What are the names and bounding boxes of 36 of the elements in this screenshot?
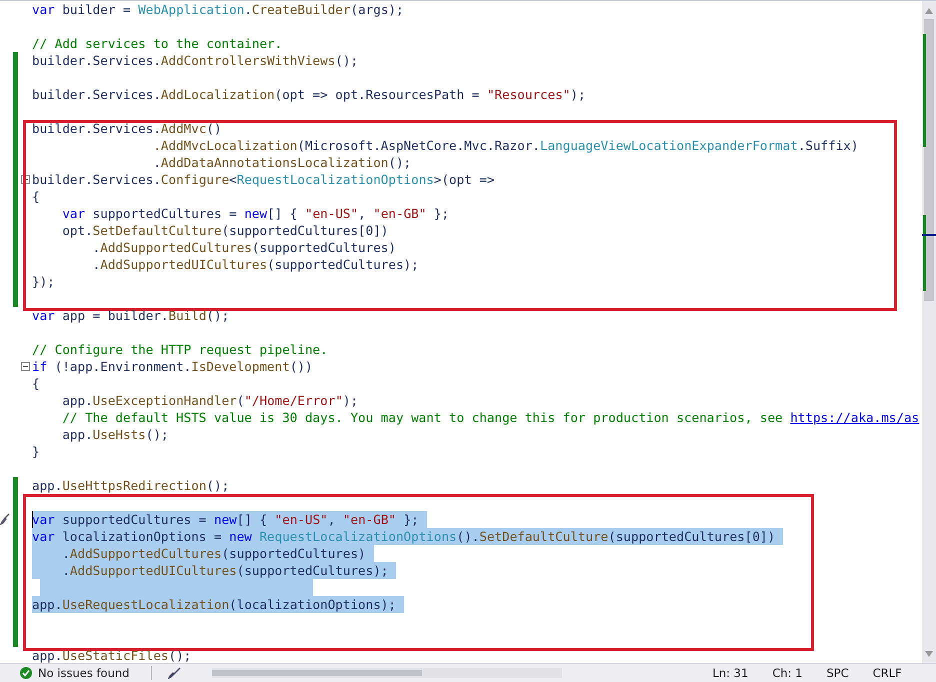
code-line: // Add services to the container. <box>32 35 282 52</box>
horizontal-scrollbar[interactable] <box>212 668 562 678</box>
code-line: app.UseStaticFiles(); <box>32 647 192 663</box>
code-line: app.UseHsts(); <box>61 426 168 443</box>
column-number[interactable]: Ch: 1 <box>772 666 802 680</box>
line-ending[interactable]: CRLF <box>872 666 902 680</box>
vertical-scrollbar[interactable] <box>922 1 936 663</box>
screwdriver-icon[interactable] <box>0 513 10 525</box>
code-line: app.UseExceptionHandler("/Home/Error"); <box>61 392 358 409</box>
code-line: .AddMvcLocalization(Microsoft.AspNetCore.Mvc.Razor.LanguageViewLocationExpanderFormat.Suffix) <box>152 137 858 154</box>
issues-status[interactable]: No issues found <box>38 666 130 680</box>
code-line: builder.Services.AddMvc() <box>32 120 222 137</box>
code-line: // Configure the HTTP request pipeline. <box>32 341 328 358</box>
code-line: .AddSupportedCultures(supportedCultures) <box>92 239 396 256</box>
brush-icon[interactable] <box>168 667 182 679</box>
code-line: var app = builder.Build(); <box>32 307 230 324</box>
collapse-icon[interactable] <box>21 362 30 371</box>
code-line: app.UseHttpsRedirection(); <box>32 477 230 494</box>
check-icon <box>20 667 32 679</box>
code-line: builder.Services.Configure<RequestLocalizationOptions>(opt => <box>32 171 495 188</box>
code-line: if (!app.Environment.IsDevelopment()) <box>32 358 313 375</box>
code-line: { <box>32 188 40 205</box>
code-line: } <box>32 443 40 460</box>
code-line: opt.SetDefaultCulture(supportedCultures[0]) <box>61 222 388 239</box>
code-line: builder.Services.AddControllersWithViews(); <box>32 52 358 69</box>
code-line: var builder = WebApplication.CreateBuilder(args); <box>32 1 404 18</box>
code-line: { <box>32 375 40 392</box>
line-number[interactable]: Ln: 31 <box>712 666 748 680</box>
code-link[interactable]: https://aka.ms/as <box>790 410 920 425</box>
code-line: var supportedCultures = new[] { "en-US", "en-GB" }; <box>61 205 450 222</box>
code-line: builder.Services.AddLocalization(opt => opt.ResourcesPath = "Resources"); <box>32 86 586 103</box>
whitespace-mode[interactable]: SPC <box>826 666 849 680</box>
code-line: }); <box>32 273 55 290</box>
code-comment: // The default HSTS value is 30 days. You may want to change this for production scenarios, see <box>61 410 784 425</box>
code-line: .AddSupportedUICultures(supportedCultures); <box>92 256 419 273</box>
code-line: .AddDataAnnotationsLocalization(); <box>152 154 412 171</box>
